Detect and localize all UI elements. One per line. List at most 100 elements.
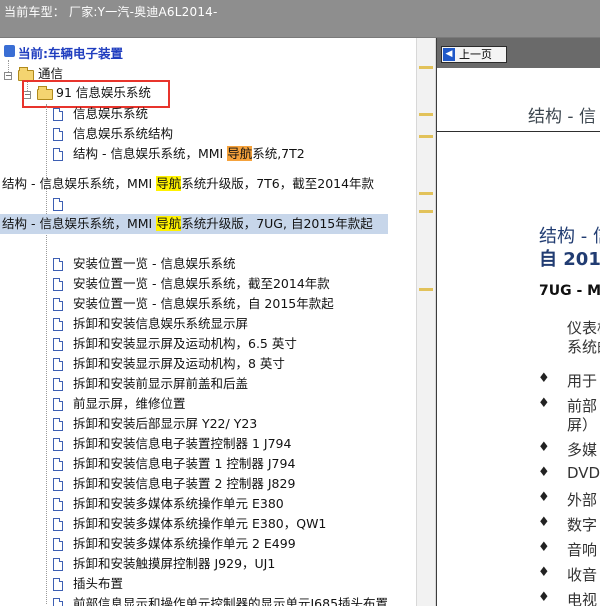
tree-item[interactable]: 安装位置一览 - 信息娱乐系统，自 2015年款起 [73, 294, 334, 314]
bullet-icon: ♦ [538, 371, 550, 386]
tree-item[interactable]: 前显示屏，维修位置 [73, 394, 186, 414]
tree-item-text: 拆卸和安装后部显示屏 Y22/ Y23 [73, 416, 258, 431]
tree-item[interactable]: 拆卸和安装显示屏及运动机构，6.5 英寸 [73, 334, 297, 354]
document-icon [53, 338, 63, 351]
bullet-icon: ♦ [538, 515, 550, 530]
tree-item[interactable]: 结构 - 信息娱乐系统，MMI 导航系统,7T2 [73, 144, 305, 164]
tree-item-text: 信息娱乐系统 [73, 106, 149, 121]
bullet-icon: ♦ [538, 540, 550, 555]
tree-item[interactable]: 拆卸和安装信息电子装置 2 控制器 J829 [73, 474, 295, 494]
splitter-mark [419, 192, 433, 195]
tree-item-text: 拆卸和安装信息电子装置控制器 1 J794 [73, 436, 292, 451]
tree-item[interactable]: 拆卸和安装前显示屏前盖和后盖 [73, 374, 248, 394]
tree-item[interactable]: 拆卸和安装触摸屏控制器 J929，UJ1 [73, 554, 275, 574]
tree-item[interactable]: 拆卸和安装信息娱乐系统显示屏 [73, 314, 248, 334]
tree-item[interactable]: 拆卸和安装后部显示屏 Y22/ Y23 [73, 414, 257, 434]
tree-item-text: 前显示屏，维修位置 [73, 396, 186, 411]
document-icon [53, 148, 63, 161]
doc-bullet-text: 屏） [567, 416, 598, 434]
document-icon [53, 358, 63, 371]
doc-bullet-text: 多媒 [567, 441, 598, 459]
doc-bullet-text: 外部 [567, 491, 598, 509]
tree-item-text: 信息娱乐系统结构 [73, 126, 174, 141]
book-icon [4, 45, 15, 57]
bullet-icon: ♦ [538, 440, 550, 455]
splitter-mark [419, 210, 433, 213]
tree-item[interactable]: 信息娱乐系统 [73, 104, 148, 124]
search-hit-highlight: 导航 [156, 176, 182, 191]
window-title: 当前车型： 厂家:Y一汽-奥迪A6L2014- [4, 5, 218, 19]
doc-bullet-text: 数字 [567, 516, 598, 534]
tree-root-label[interactable]: 当前:车辆电子装置 [18, 43, 123, 62]
document-icon [53, 318, 63, 331]
document-icon [53, 498, 63, 511]
tree-item-text: 插头布置 [73, 576, 124, 591]
document-icon [53, 478, 63, 491]
tree-item-text: 结构 - 信息娱乐系统，MMI [2, 176, 157, 191]
tree-item[interactable]: 拆卸和安装显示屏及运动机构，8 英寸 [73, 354, 285, 374]
tree-item-text: 系统,7T2 [252, 146, 305, 161]
viewer-toolbar: ◀ 上一页 [437, 38, 600, 68]
document-icon [53, 198, 63, 211]
splitter-mark [419, 113, 433, 116]
doc-divider [437, 131, 600, 132]
document-icon [53, 418, 63, 431]
prev-page-button[interactable]: ◀ 上一页 [441, 46, 507, 63]
tree-item-text: 拆卸和安装多媒体系统操作单元 E380 [73, 496, 284, 511]
bullet-icon: ♦ [538, 590, 550, 605]
doc-bullet-text: 收音 [567, 566, 598, 584]
tree-item-text: 拆卸和安装显示屏及运动机构，6.5 英寸 [73, 336, 297, 351]
doc-paragraph: 仪表板中 [567, 319, 600, 337]
tree-item-text: 拆卸和安装信息电子装置 2 控制器 J829 [73, 476, 296, 491]
collapse-toggle[interactable]: − [4, 72, 12, 80]
tree-item[interactable]: 安装位置一览 - 信息娱乐系统 [73, 254, 235, 274]
document-icon [53, 558, 63, 571]
doc-running-heading: 结构 - 信 [528, 107, 596, 127]
tree-item-text: 拆卸和安装信息娱乐系统显示屏 [73, 316, 249, 331]
doc-bullet-text: 前部 [567, 397, 598, 415]
tree-item[interactable]: 拆卸和安装多媒体系统操作单元 2 E499 [73, 534, 296, 554]
doc-bullet-text: 音响 [567, 541, 598, 559]
doc-bullet-text: 电视 [567, 591, 598, 606]
document-viewer[interactable]: ◀ 上一页 结构 - 信 结构 - 信 自 2015 7UG - M 仪表板中 … [436, 38, 600, 606]
document-icon [53, 128, 63, 141]
tree-item[interactable]: 前部信息显示和操作单元控制器的显示单元J685插头布置 [73, 594, 388, 606]
document-icon [53, 298, 63, 311]
tree-item[interactable]: 结构 - 信息娱乐系统，MMI 导航系统升级版，7UG, 自2015年款起 [0, 214, 388, 234]
document-icon [53, 398, 63, 411]
doc-title-line2: 自 2015 [539, 249, 600, 270]
document-icon [53, 598, 63, 606]
tree-item-text: 前部信息显示和操作单元控制器的显示单元J685插头布置 [73, 596, 389, 606]
doc-bullet-text: DVD [567, 464, 600, 482]
pane-splitter[interactable] [416, 38, 436, 606]
tree-item[interactable]: 插头布置 [73, 574, 123, 594]
document-icon [53, 258, 63, 271]
tree-item-text: 拆卸和安装多媒体系统操作单元 E380，QW1 [73, 516, 327, 531]
tree-item[interactable]: 拆卸和安装信息电子装置 1 控制器 J794 [73, 454, 295, 474]
document-icon [53, 518, 63, 531]
doc-subtitle: 7UG - M [539, 283, 600, 299]
tree-item-text: 拆卸和安装触摸屏控制器 J929，UJ1 [73, 556, 276, 571]
tree-item[interactable]: 拆卸和安装多媒体系统操作单元 E380 [73, 494, 284, 514]
document-icon [53, 108, 63, 121]
tree-item[interactable]: 结构 - 信息娱乐系统，MMI 导航系统升级版，7T6，截至2014年款 [2, 174, 374, 194]
bullet-icon: ♦ [538, 465, 550, 480]
doc-bullet-text: 用于 [567, 372, 598, 390]
document-icon [53, 378, 63, 391]
tree-item[interactable]: 拆卸和安装信息电子装置控制器 1 J794 [73, 434, 291, 454]
tree-item-text: 安装位置一览 - 信息娱乐系统 [73, 256, 236, 271]
tree-item-text: 系统升级版，7UG, 自2015年款起 [181, 216, 373, 231]
tree-item-text: 系统升级版，7T6，截至2014年款 [181, 176, 375, 191]
tree-item[interactable]: 安装位置一览 - 信息娱乐系统，截至2014年款 [73, 274, 330, 294]
tree-item[interactable]: 信息娱乐系统结构 [73, 124, 173, 144]
title-bar: 当前车型： 厂家:Y一汽-奥迪A6L2014- [0, 0, 600, 38]
arrow-left-icon: ◀ [443, 48, 455, 61]
tree-item[interactable]: 拆卸和安装多媒体系统操作单元 E380，QW1 [73, 514, 326, 534]
tree-item-text: 结构 - 信息娱乐系统，MMI [73, 146, 228, 161]
tree-item-text: 拆卸和安装信息电子装置 1 控制器 J794 [73, 456, 296, 471]
tree-item-text: 拆卸和安装多媒体系统操作单元 2 E499 [73, 536, 296, 551]
document-icon [53, 578, 63, 591]
tree-pane[interactable]: 当前:车辆电子装置 − 通信 − 91 信息娱乐系统 信息娱乐系统 信息娱乐系统结… [0, 38, 416, 606]
search-hit-highlight: 导航 [227, 146, 253, 161]
search-hit-highlight: 导航 [156, 216, 182, 231]
